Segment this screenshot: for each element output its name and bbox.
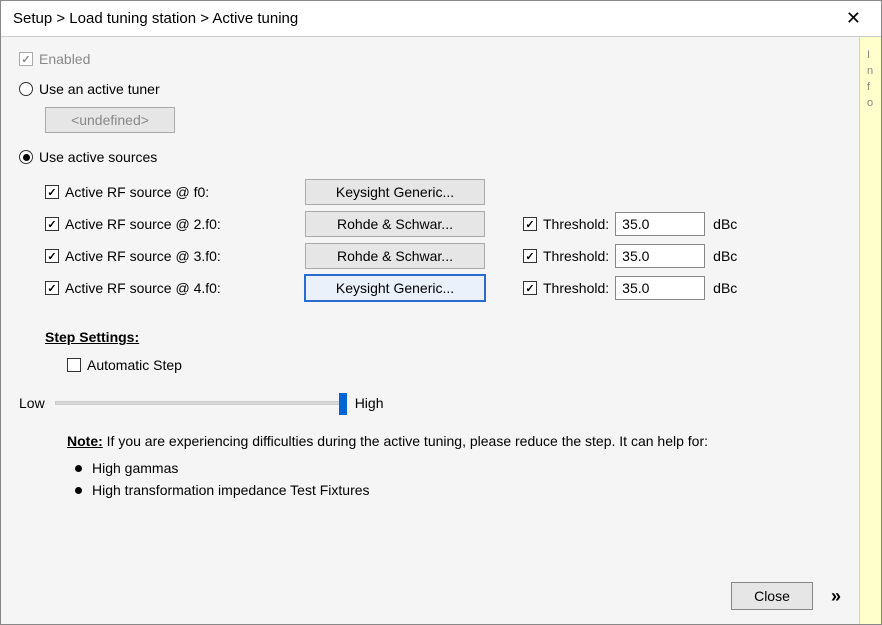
checkbox-icon: ✓ <box>45 217 59 231</box>
radio-active-tuner-label: Use an active tuner <box>39 81 160 97</box>
radio-icon <box>19 82 33 96</box>
step-slider-row: Low High <box>19 395 841 411</box>
main-panel: ✓ Enabled Use an active tuner <undefined… <box>1 37 859 624</box>
bullet-text: High gammas <box>92 457 178 479</box>
step-settings-header: Step Settings: <box>45 329 841 345</box>
radio-active-sources-label: Use active sources <box>39 149 157 165</box>
note-bullets: High gammasHigh transformation impedance… <box>75 457 841 501</box>
step-note: Note: If you are experiencing difficulti… <box>67 433 841 449</box>
slider-high-label: High <box>355 395 384 411</box>
enabled-checkbox: ✓ Enabled <box>19 51 841 67</box>
radio-active-tuner[interactable]: Use an active tuner <box>19 81 841 97</box>
source-device-button[interactable]: Keysight Generic... <box>305 275 485 301</box>
threshold-input[interactable] <box>615 244 705 268</box>
source-label: Active RF source @ 4.f0: <box>65 280 221 296</box>
note-label: Note: <box>67 433 103 449</box>
active-tuner-button-row: <undefined> <box>45 107 841 133</box>
source-label: Active RF source @ f0: <box>65 184 209 200</box>
automatic-step-label: Automatic Step <box>87 357 182 373</box>
source-enable-checkbox[interactable]: ✓ Active RF source @ f0: <box>45 184 305 200</box>
breadcrumb: Setup > Load tuning station > Active tun… <box>13 10 838 27</box>
checkbox-icon: ✓ <box>45 281 59 295</box>
step-slider[interactable] <box>55 401 345 405</box>
slider-low-label: Low <box>19 395 45 411</box>
source-label: Active RF source @ 2.f0: <box>65 216 221 232</box>
active-tuner-device-button[interactable]: <undefined> <box>45 107 175 133</box>
close-button[interactable]: Close <box>731 582 813 610</box>
threshold-input[interactable] <box>615 212 705 236</box>
threshold-unit: dBc <box>713 280 737 296</box>
source-row: ✓ Active RF source @ 3.f0: Rohde & Schwar.… <box>45 243 841 269</box>
threshold-input[interactable] <box>615 276 705 300</box>
note-text: If you are experiencing difficulties dur… <box>107 433 708 449</box>
enabled-label: Enabled <box>39 51 90 67</box>
note-bullet: High transformation impedance Test Fixtu… <box>75 479 841 501</box>
radio-active-sources[interactable]: Use active sources <box>19 149 841 165</box>
slider-thumb-icon[interactable] <box>339 393 347 415</box>
radio-icon <box>19 150 33 164</box>
checkbox-icon[interactable]: ✓ <box>523 217 537 231</box>
note-bullet: High gammas <box>75 457 841 479</box>
sources-list: ✓ Active RF source @ f0: Keysight Generic.… <box>45 173 841 307</box>
footer: Close » <box>19 570 841 610</box>
source-row: ✓ Active RF source @ 2.f0: Rohde & Schwar.… <box>45 211 841 237</box>
bullet-text: High transformation impedance Test Fixtu… <box>92 479 370 501</box>
source-device-button[interactable]: Keysight Generic... <box>305 179 485 205</box>
titlebar: Setup > Load tuning station > Active tun… <box>1 1 881 37</box>
source-enable-checkbox[interactable]: ✓ Active RF source @ 3.f0: <box>45 248 305 264</box>
checkbox-icon[interactable]: ✓ <box>523 281 537 295</box>
threshold-group: ✓ Threshold: dBc <box>523 212 737 236</box>
checkbox-icon: ✓ <box>45 185 59 199</box>
source-row: ✓ Active RF source @ f0: Keysight Generic.… <box>45 179 841 205</box>
threshold-label: Threshold: <box>543 248 609 264</box>
body-area: ✓ Enabled Use an active tuner <undefined… <box>1 37 881 624</box>
expand-icon[interactable]: » <box>831 586 841 607</box>
info-label: Info <box>867 47 874 111</box>
threshold-unit: dBc <box>713 248 737 264</box>
close-icon[interactable]: ✕ <box>838 4 869 33</box>
source-enable-checkbox[interactable]: ✓ Active RF source @ 4.f0: <box>45 280 305 296</box>
checkbox-icon <box>67 358 81 372</box>
source-label: Active RF source @ 3.f0: <box>65 248 221 264</box>
source-device-button[interactable]: Rohde & Schwar... <box>305 243 485 269</box>
threshold-label: Threshold: <box>543 280 609 296</box>
source-row: ✓ Active RF source @ 4.f0: Keysight Generi… <box>45 275 841 301</box>
bullet-icon <box>75 465 82 472</box>
checkbox-icon: ✓ <box>45 249 59 263</box>
threshold-label: Threshold: <box>543 216 609 232</box>
checkbox-icon: ✓ <box>19 52 33 66</box>
threshold-group: ✓ Threshold: dBc <box>523 276 737 300</box>
source-device-button[interactable]: Rohde & Schwar... <box>305 211 485 237</box>
info-sidebar[interactable]: Info <box>859 37 881 624</box>
bullet-icon <box>75 487 82 494</box>
source-enable-checkbox[interactable]: ✓ Active RF source @ 2.f0: <box>45 216 305 232</box>
threshold-unit: dBc <box>713 216 737 232</box>
checkbox-icon[interactable]: ✓ <box>523 249 537 263</box>
threshold-group: ✓ Threshold: dBc <box>523 244 737 268</box>
automatic-step-checkbox[interactable]: Automatic Step <box>67 357 841 373</box>
dialog-window: Setup > Load tuning station > Active tun… <box>0 0 882 625</box>
